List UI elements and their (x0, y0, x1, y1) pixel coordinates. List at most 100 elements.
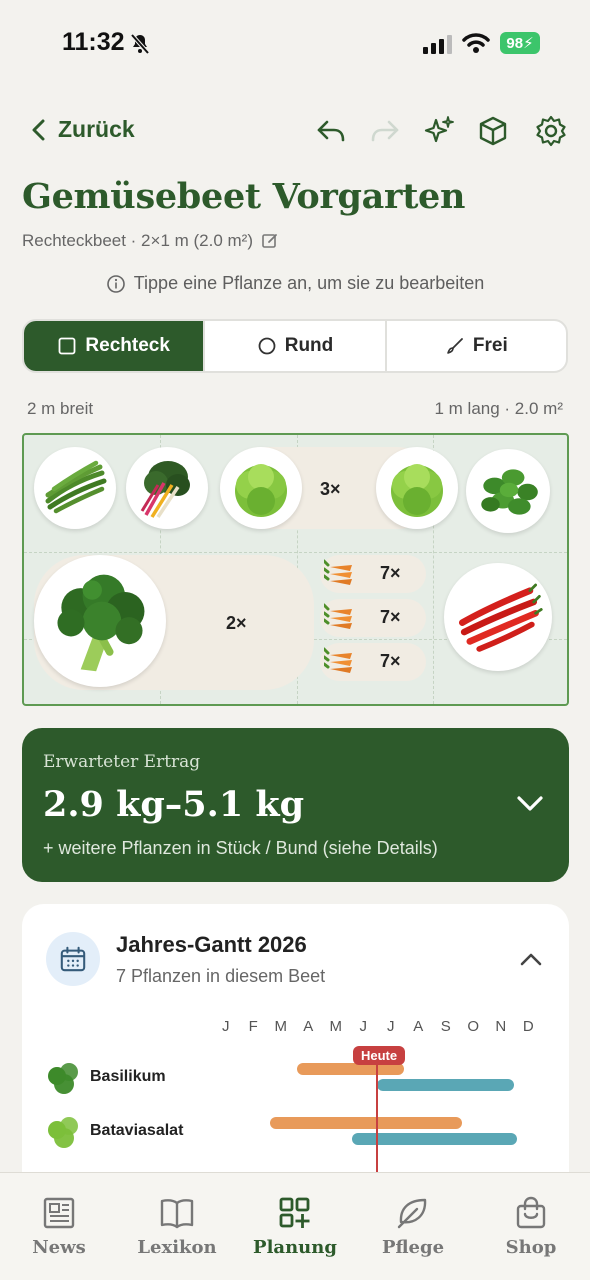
back-label: Zurück (58, 116, 135, 142)
bag-icon (516, 1196, 546, 1229)
plant-broccoli[interactable] (34, 555, 166, 687)
3d-view-button[interactable] (476, 114, 510, 148)
yield-value: 2.9 kg–5.1 kg (43, 784, 305, 825)
gantt-subtitle: 7 Pflanzen in diesem Beet (116, 966, 326, 986)
carrot-icon (324, 603, 352, 629)
month-label: O (467, 1018, 480, 1035)
tab-news[interactable]: News (0, 1173, 118, 1280)
yield-note: + weitere Pflanzen in Stück / Bund (sieh… (43, 838, 438, 858)
month-label: S (440, 1018, 451, 1035)
month-label: J (359, 1018, 368, 1035)
gantt-row-label: Bataviasalat (90, 1122, 184, 1139)
tab-planung-label: Planung (253, 1237, 337, 1258)
tab-planung[interactable]: Planung (236, 1173, 354, 1280)
tab-shop[interactable]: Shop (472, 1173, 590, 1280)
chili-icon (458, 583, 543, 652)
month-label: M (329, 1018, 343, 1035)
tab-pflege[interactable]: Pflege (354, 1173, 472, 1280)
gantt-harvest-bar (377, 1079, 515, 1091)
month-label: N (495, 1018, 507, 1035)
plant-green-beans[interactable] (34, 447, 116, 529)
shape-round-label: Rund (284, 335, 334, 356)
lettuce-icon (235, 464, 287, 517)
back-button[interactable]: Zurück (28, 116, 135, 143)
page-title: Gemüsebeet Vorgarten (22, 176, 466, 217)
edit-hint: Tippe eine Pflanze an, um sie zu bearbei… (0, 273, 590, 294)
book-icon (160, 1199, 194, 1229)
battery-indicator: 98 ⚡ (500, 32, 540, 54)
month-label: A (303, 1018, 314, 1035)
redo-button[interactable] (368, 114, 402, 148)
tab-bar: News Lexikon Planung Pflege Shop (0, 1172, 590, 1280)
lettuce-count: 3× (320, 479, 341, 499)
bed-length-label: 1 m lang · 2.0 m² (434, 399, 564, 418)
magic-button[interactable] (422, 114, 456, 148)
wifi-icon (462, 32, 490, 54)
plant-chard[interactable] (126, 447, 208, 529)
plant-lettuce-1[interactable] (220, 447, 302, 529)
month-label: A (413, 1018, 424, 1035)
tab-lexikon[interactable]: Lexikon (118, 1173, 236, 1280)
chevron-left-icon (32, 119, 45, 140)
hint-text: Tippe eine Pflanze an, um sie zu bearbei… (133, 273, 485, 293)
bed-canvas[interactable]: 3× 2× 7× 7× 7× (22, 433, 569, 706)
month-label: M (274, 1018, 288, 1035)
basil-thumb-icon (44, 1058, 82, 1096)
settings-button[interactable] (534, 114, 568, 148)
bed-subtitle: Rechteckbeet · 2×1 m (2.0 m²) (22, 231, 279, 251)
month-label: J (387, 1018, 395, 1035)
gear-icon (536, 115, 566, 147)
undo-button[interactable] (314, 114, 348, 148)
carrot-group-1[interactable]: 7× (320, 555, 426, 593)
status-time: 11:32 (62, 28, 125, 56)
sparkles-icon (424, 116, 454, 143)
plant-basil[interactable] (466, 449, 550, 533)
grid-plus-icon (279, 1197, 310, 1228)
info-icon (106, 274, 125, 293)
carrot-count-2: 7× (380, 607, 401, 627)
chard-icon (140, 461, 190, 518)
carrot-count-1: 7× (380, 563, 401, 583)
bed-width-label: 2 m breit (27, 399, 94, 418)
today-line (376, 1054, 378, 1174)
brush-icon (447, 338, 463, 354)
carrot-count-3: 7× (380, 651, 401, 671)
month-label: J (222, 1018, 230, 1035)
shape-round-tab[interactable]: Rund (205, 321, 387, 371)
carrot-icon (324, 647, 352, 673)
carrot-group-3[interactable]: 7× (320, 643, 426, 681)
plant-chili[interactable] (444, 563, 552, 671)
yield-label: Erwarteter Ertrag (43, 752, 201, 772)
lettuce-icon (391, 464, 443, 517)
tab-shop-label: Shop (505, 1237, 557, 1258)
leaf-icon (397, 1198, 427, 1229)
calendar-icon (46, 932, 100, 986)
today-badge: Heute (353, 1046, 406, 1065)
tab-news-label: News (32, 1237, 86, 1258)
bell-off-icon (128, 32, 152, 56)
basil-icon (481, 469, 538, 515)
tab-lexikon-label: Lexikon (137, 1237, 217, 1258)
square-icon (59, 337, 76, 355)
yield-card[interactable]: Erwarteter Ertrag 2.9 kg–5.1 kg + weiter… (22, 728, 569, 882)
gantt-row-label: Basilikum (90, 1068, 166, 1085)
shape-rectangle-tab[interactable]: Rechteck (24, 321, 206, 371)
plant-lettuce-2[interactable] (376, 447, 458, 529)
newspaper-icon (43, 1197, 75, 1229)
broccoli-icon (57, 574, 145, 672)
carrot-group-2[interactable]: 7× (320, 599, 426, 637)
edit-icon[interactable] (261, 232, 279, 250)
chevron-down-icon[interactable] (515, 792, 545, 814)
gantt-sow-bar (269, 1117, 463, 1129)
shape-selector: Rechteck Rund Frei (22, 319, 568, 373)
circle-icon (258, 337, 276, 355)
charging-icon: ⚡ (523, 35, 534, 52)
gantt-months: JFMAMJJASOND (212, 1018, 542, 1035)
month-label: F (248, 1018, 258, 1035)
bed-dimensions: Rechteckbeet · 2×1 m (2.0 m²) (22, 231, 254, 250)
signal-icon (423, 34, 453, 54)
redo-icon (371, 120, 399, 142)
chevron-up-icon[interactable] (519, 950, 543, 968)
shape-free-tab[interactable]: Frei (387, 321, 566, 371)
shape-rectangle-label: Rechteck (85, 335, 170, 356)
